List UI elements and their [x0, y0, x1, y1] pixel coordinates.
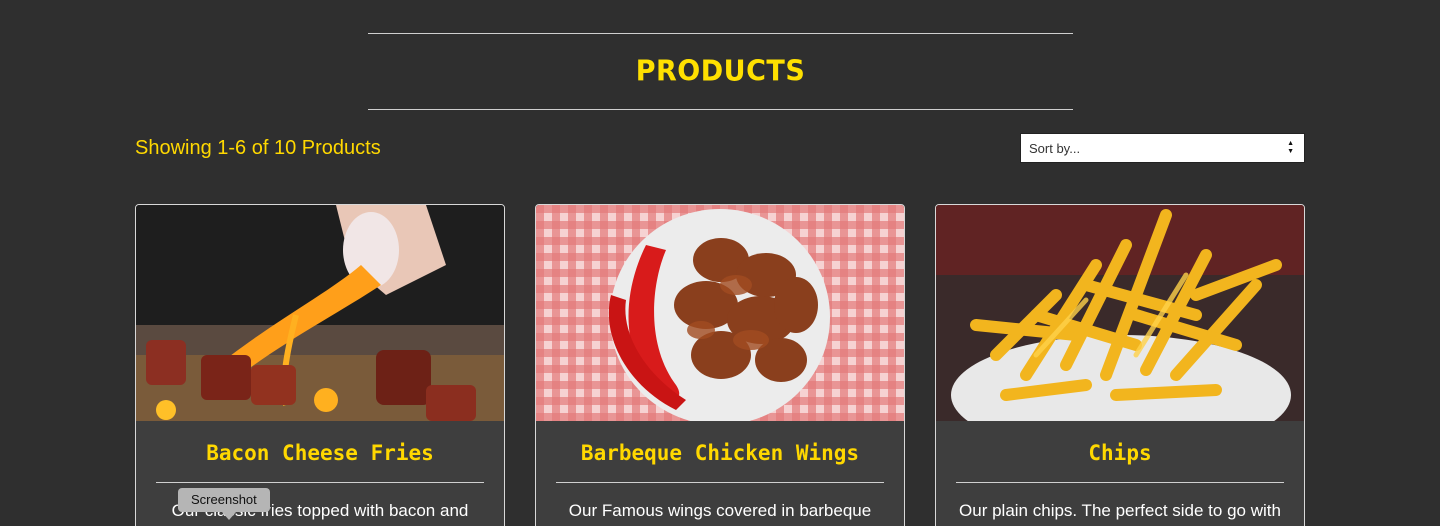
product-card-barbeque-chicken-wings[interactable]: Barbeque Chicken Wings Our Famous wings … [535, 204, 905, 526]
screenshot-tooltip: Screenshot [178, 488, 270, 520]
product-image-barbeque-chicken-wings[interactable] [536, 205, 904, 421]
product-card-bacon-cheese-fries[interactable]: Bacon Cheese Fries Our classic fries top… [135, 204, 505, 526]
product-image-chips[interactable] [936, 205, 1304, 421]
product-description: Our Famous wings covered in barbeque [568, 501, 872, 520]
page-title: PRODUCTS [635, 55, 806, 88]
product-description: Our plain chips. The perfect side to go … [959, 501, 1281, 520]
divider [956, 482, 1284, 483]
sort-dropdown-label: Sort by... [1029, 140, 1081, 156]
product-card-chips[interactable]: Chips Our plain chips. The perfect side … [935, 204, 1305, 526]
product-title[interactable]: Barbeque Chicken Wings [536, 441, 904, 465]
divider [556, 482, 884, 483]
results-count: Showing 1-6 of 10 Products [135, 137, 381, 159]
products-page: PRODUCTS Showing 1-6 of 10 Products Sort… [0, 0, 1440, 526]
divider [156, 482, 484, 483]
product-title[interactable]: Chips [936, 441, 1304, 465]
sort-arrows-icon: ▲ ▼ [1287, 140, 1294, 155]
sort-dropdown[interactable]: Sort by... ▲ ▼ [1020, 133, 1305, 163]
products-header: PRODUCTS [368, 33, 1073, 110]
product-title[interactable]: Bacon Cheese Fries [136, 441, 504, 465]
product-image-bacon-cheese-fries[interactable] [136, 205, 504, 421]
